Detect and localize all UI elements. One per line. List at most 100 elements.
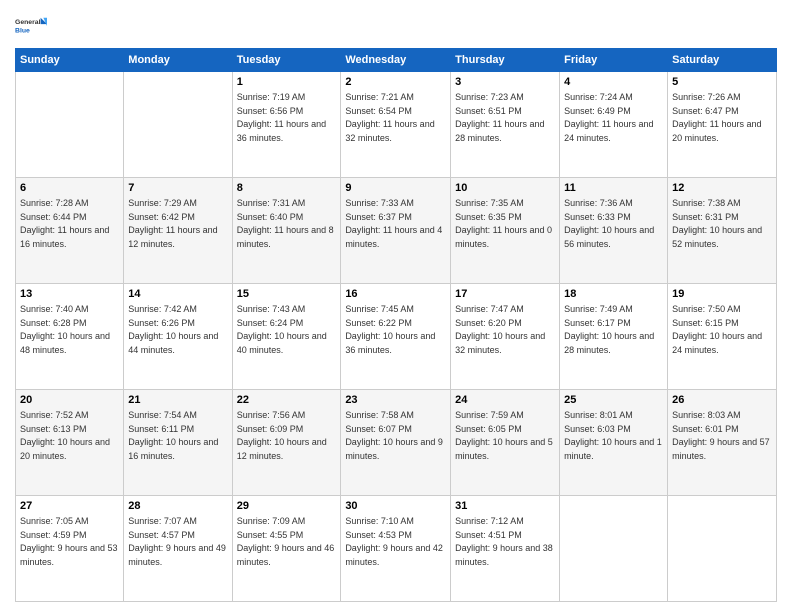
day-number: 18 (564, 287, 663, 302)
calendar-cell: 7 Sunrise: 7:29 AMSunset: 6:42 PMDaylight… (124, 178, 232, 284)
day-info: Sunrise: 7:50 AMSunset: 6:15 PMDaylight:… (672, 304, 762, 355)
day-number: 24 (455, 393, 555, 408)
day-info: Sunrise: 8:01 AMSunset: 6:03 PMDaylight:… (564, 410, 662, 461)
day-number: 22 (237, 393, 337, 408)
calendar-cell: 26Sunrise: 8:03 AMSunset: 6:01 PMDayligh… (668, 390, 777, 496)
calendar-cell: 31 Sunrise: 7:12 AMSunset: 4:51 PMDayligh… (451, 496, 560, 602)
calendar-cell: 23 Sunrise: 7:58 AMSunset: 6:07 PMDayligh… (341, 390, 451, 496)
calendar-cell: 18Sunrise: 7:49 AMSunset: 6:17 PMDayligh… (560, 284, 668, 390)
calendar-cell: 15 Sunrise: 7:43 AMSunset: 6:24 PMDayligh… (232, 284, 341, 390)
logo: GeneralBlue (15, 10, 47, 42)
calendar-cell: 4 Sunrise: 7:24 AMSunset: 6:49 PMDaylight… (560, 72, 668, 178)
calendar-cell: 16 Sunrise: 7:45 AMSunset: 6:22 PMDayligh… (341, 284, 451, 390)
day-number: 15 (237, 287, 337, 302)
logo-icon: GeneralBlue (15, 10, 47, 42)
calendar-cell: 13 Sunrise: 7:40 AMSunset: 6:28 PMDayligh… (16, 284, 124, 390)
day-number: 30 (345, 499, 446, 514)
calendar-week-row: 13 Sunrise: 7:40 AMSunset: 6:28 PMDayligh… (16, 284, 777, 390)
calendar-cell (560, 496, 668, 602)
day-number: 29 (237, 499, 337, 514)
day-info: Sunrise: 7:05 AMSunset: 4:59 PMDaylight:… (20, 516, 118, 567)
day-number: 5 (672, 75, 772, 90)
day-number: 7 (128, 181, 227, 196)
day-number: 2 (345, 75, 446, 90)
calendar-cell: 3 Sunrise: 7:23 AMSunset: 6:51 PMDaylight… (451, 72, 560, 178)
day-info: Sunrise: 7:26 AMSunset: 6:47 PMDaylight:… (672, 92, 761, 143)
calendar-week-row: 1Sunrise: 7:19 AMSunset: 6:56 PMDaylight… (16, 72, 777, 178)
day-info: Sunrise: 7:47 AMSunset: 6:20 PMDaylight:… (455, 304, 545, 355)
calendar-week-row: 6Sunrise: 7:28 AMSunset: 6:44 PMDaylight… (16, 178, 777, 284)
day-info: Sunrise: 7:54 AMSunset: 6:11 PMDaylight:… (128, 410, 218, 461)
calendar: SundayMondayTuesdayWednesdayThursdayFrid… (15, 48, 777, 602)
page: GeneralBlue SundayMondayTuesdayWednesday… (0, 0, 792, 612)
day-number: 23 (345, 393, 446, 408)
day-info: Sunrise: 7:07 AMSunset: 4:57 PMDaylight:… (128, 516, 226, 567)
day-number: 17 (455, 287, 555, 302)
day-info: Sunrise: 7:59 AMSunset: 6:05 PMDaylight:… (455, 410, 553, 461)
calendar-cell: 25 Sunrise: 8:01 AMSunset: 6:03 PMDayligh… (560, 390, 668, 496)
header: GeneralBlue (15, 10, 777, 42)
day-info: Sunrise: 7:40 AMSunset: 6:28 PMDaylight:… (20, 304, 110, 355)
svg-text:General: General (15, 19, 41, 26)
calendar-day-header: Tuesday (232, 49, 341, 72)
calendar-cell: 10Sunrise: 7:35 AMSunset: 6:35 PMDayligh… (451, 178, 560, 284)
calendar-cell: 6Sunrise: 7:28 AMSunset: 6:44 PMDaylight… (16, 178, 124, 284)
day-info: Sunrise: 7:43 AMSunset: 6:24 PMDaylight:… (237, 304, 327, 355)
day-info: Sunrise: 7:58 AMSunset: 6:07 PMDaylight:… (345, 410, 443, 461)
day-info: Sunrise: 7:21 AMSunset: 6:54 PMDaylight:… (345, 92, 434, 143)
calendar-cell: 1Sunrise: 7:19 AMSunset: 6:56 PMDaylight… (232, 72, 341, 178)
day-info: Sunrise: 7:36 AMSunset: 6:33 PMDaylight:… (564, 198, 654, 249)
calendar-cell (668, 496, 777, 602)
day-number: 14 (128, 287, 227, 302)
day-info: Sunrise: 7:31 AMSunset: 6:40 PMDaylight:… (237, 198, 334, 249)
calendar-cell: 2 Sunrise: 7:21 AMSunset: 6:54 PMDaylight… (341, 72, 451, 178)
calendar-header-row: SundayMondayTuesdayWednesdayThursdayFrid… (16, 49, 777, 72)
day-number: 10 (455, 181, 555, 196)
day-info: Sunrise: 7:33 AMSunset: 6:37 PMDaylight:… (345, 198, 442, 249)
day-info: Sunrise: 7:23 AMSunset: 6:51 PMDaylight:… (455, 92, 544, 143)
day-number: 25 (564, 393, 663, 408)
day-info: Sunrise: 7:12 AMSunset: 4:51 PMDaylight:… (455, 516, 553, 567)
day-number: 8 (237, 181, 337, 196)
day-number: 1 (237, 75, 337, 90)
calendar-cell (124, 72, 232, 178)
day-number: 26 (672, 393, 772, 408)
calendar-cell: 29 Sunrise: 7:09 AMSunset: 4:55 PMDayligh… (232, 496, 341, 602)
calendar-week-row: 27Sunrise: 7:05 AMSunset: 4:59 PMDayligh… (16, 496, 777, 602)
day-number: 31 (455, 499, 555, 514)
calendar-cell: 8 Sunrise: 7:31 AMSunset: 6:40 PMDaylight… (232, 178, 341, 284)
calendar-day-header: Sunday (16, 49, 124, 72)
calendar-cell: 14 Sunrise: 7:42 AMSunset: 6:26 PMDayligh… (124, 284, 232, 390)
day-number: 12 (672, 181, 772, 196)
day-number: 4 (564, 75, 663, 90)
calendar-day-header: Friday (560, 49, 668, 72)
day-number: 28 (128, 499, 227, 514)
calendar-cell: 12Sunrise: 7:38 AMSunset: 6:31 PMDayligh… (668, 178, 777, 284)
calendar-day-header: Thursday (451, 49, 560, 72)
day-number: 19 (672, 287, 772, 302)
calendar-week-row: 20Sunrise: 7:52 AMSunset: 6:13 PMDayligh… (16, 390, 777, 496)
calendar-cell (16, 72, 124, 178)
day-number: 11 (564, 181, 663, 196)
day-number: 9 (345, 181, 446, 196)
day-info: Sunrise: 7:29 AMSunset: 6:42 PMDaylight:… (128, 198, 217, 249)
calendar-cell: 11 Sunrise: 7:36 AMSunset: 6:33 PMDayligh… (560, 178, 668, 284)
day-number: 21 (128, 393, 227, 408)
calendar-cell: 21 Sunrise: 7:54 AMSunset: 6:11 PMDayligh… (124, 390, 232, 496)
day-info: Sunrise: 7:28 AMSunset: 6:44 PMDaylight:… (20, 198, 109, 249)
calendar-day-header: Monday (124, 49, 232, 72)
day-info: Sunrise: 7:42 AMSunset: 6:26 PMDaylight:… (128, 304, 218, 355)
svg-text:Blue: Blue (15, 27, 30, 34)
calendar-cell: 9 Sunrise: 7:33 AMSunset: 6:37 PMDaylight… (341, 178, 451, 284)
day-info: Sunrise: 7:24 AMSunset: 6:49 PMDaylight:… (564, 92, 653, 143)
day-number: 13 (20, 287, 119, 302)
day-info: Sunrise: 7:45 AMSunset: 6:22 PMDaylight:… (345, 304, 435, 355)
day-number: 16 (345, 287, 446, 302)
day-number: 3 (455, 75, 555, 90)
calendar-day-header: Saturday (668, 49, 777, 72)
calendar-cell: 20Sunrise: 7:52 AMSunset: 6:13 PMDayligh… (16, 390, 124, 496)
day-info: Sunrise: 7:09 AMSunset: 4:55 PMDaylight:… (237, 516, 335, 567)
day-info: Sunrise: 7:56 AMSunset: 6:09 PMDaylight:… (237, 410, 327, 461)
day-info: Sunrise: 7:52 AMSunset: 6:13 PMDaylight:… (20, 410, 110, 461)
calendar-cell: 28 Sunrise: 7:07 AMSunset: 4:57 PMDayligh… (124, 496, 232, 602)
